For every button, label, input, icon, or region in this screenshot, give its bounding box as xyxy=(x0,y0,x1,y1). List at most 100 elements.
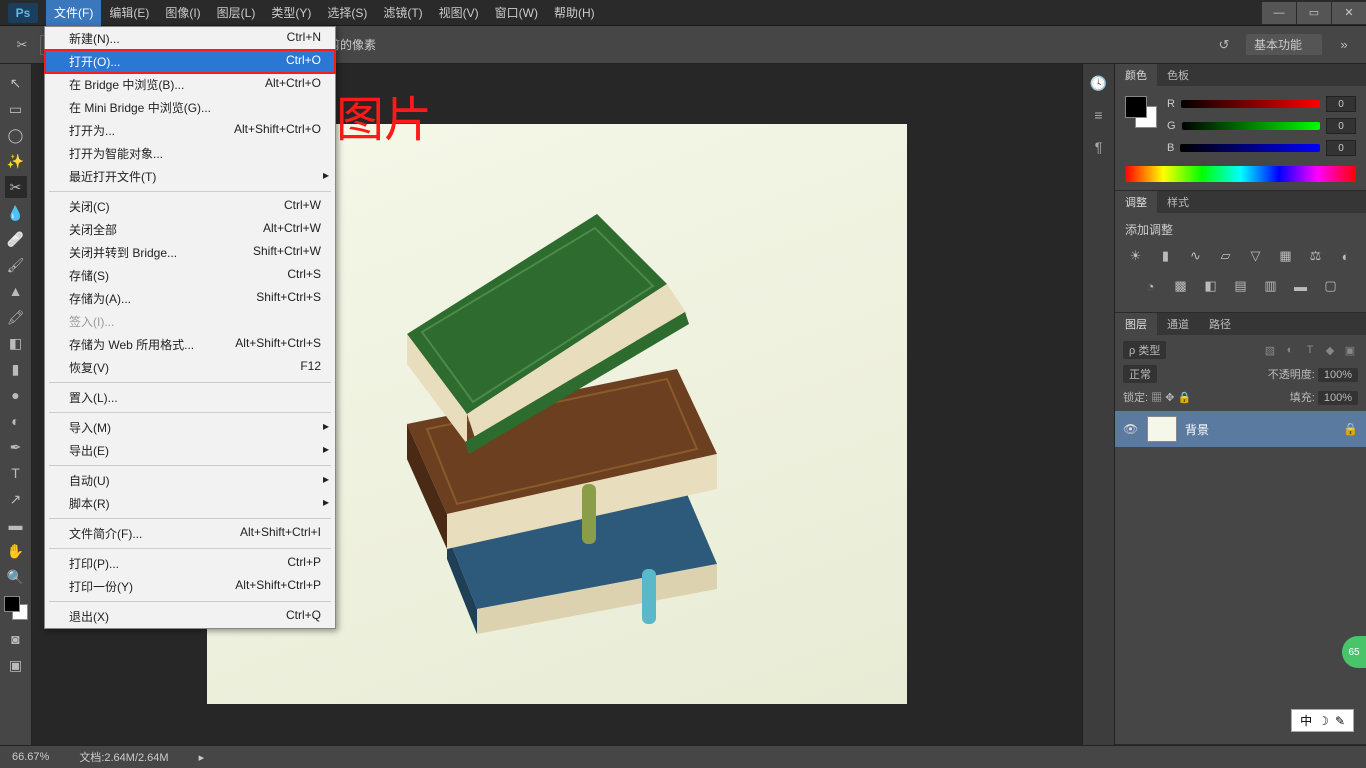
lock-pixel-icon[interactable]: ▦ xyxy=(1151,392,1162,404)
zoom-level[interactable]: 66.67% xyxy=(12,751,49,763)
file-menu-item[interactable]: 存储为(A)...Shift+Ctrl+S xyxy=(45,287,335,310)
lasso-tool-icon[interactable]: ◯ xyxy=(5,124,27,146)
fill-value[interactable]: 100% xyxy=(1318,391,1358,405)
photofilter-icon[interactable]: ◔ xyxy=(1141,276,1161,296)
r-slider[interactable] xyxy=(1181,100,1320,108)
workspace-preset-dropdown[interactable]: 基本功能 xyxy=(1246,34,1322,55)
posterize-icon[interactable]: ▤ xyxy=(1231,276,1251,296)
file-menu-item[interactable]: 导出(E)▸ xyxy=(45,439,335,462)
move-tool-icon[interactable]: ↖ xyxy=(5,72,27,94)
eyedropper-tool-icon[interactable]: 💧 xyxy=(5,202,27,224)
balance-icon[interactable]: ⚖ xyxy=(1306,246,1326,266)
r-value[interactable]: 0 xyxy=(1326,96,1356,112)
reset-icon[interactable]: ↺ xyxy=(1214,35,1234,55)
selective-icon[interactable]: ▢ xyxy=(1321,276,1341,296)
swatches-tab[interactable]: 色板 xyxy=(1157,64,1199,86)
visibility-icon[interactable]: 👁 xyxy=(1123,422,1139,436)
file-menu-item[interactable]: 打印一份(Y)Alt+Shift+Ctrl+P xyxy=(45,575,335,598)
doc-size[interactable]: 文档:2.64M/2.64M xyxy=(79,749,168,765)
panel-collapse-icon[interactable]: » xyxy=(1334,35,1354,55)
brightness-icon[interactable]: ☀ xyxy=(1126,246,1146,266)
menu-9[interactable]: 帮助(H) xyxy=(546,0,603,26)
vibrance-icon[interactable]: ▽ xyxy=(1246,246,1266,266)
menu-4[interactable]: 类型(Y) xyxy=(263,0,319,26)
type-tool-icon[interactable]: T xyxy=(5,462,27,484)
paths-tab[interactable]: 路径 xyxy=(1199,313,1241,335)
file-menu-item[interactable]: 关闭并转到 Bridge...Shift+Ctrl+W xyxy=(45,241,335,264)
opacity-value[interactable]: 100% xyxy=(1318,368,1358,382)
spectrum-bar[interactable] xyxy=(1125,166,1356,182)
menu-1[interactable]: 编辑(E) xyxy=(101,0,157,26)
adjustments-tab[interactable]: 调整 xyxy=(1115,191,1157,213)
status-arrow-icon[interactable]: ▸ xyxy=(199,751,205,764)
file-menu-item[interactable]: 打开为智能对象... xyxy=(45,142,335,165)
path-select-tool-icon[interactable]: ↗ xyxy=(5,488,27,510)
styles-tab[interactable]: 样式 xyxy=(1157,191,1199,213)
dodge-tool-icon[interactable]: ◐ xyxy=(5,410,27,432)
menu-7[interactable]: 视图(V) xyxy=(431,0,487,26)
history-brush-tool-icon[interactable]: 🖍 xyxy=(5,306,27,328)
file-menu-item[interactable]: 在 Bridge 中浏览(B)...Alt+Ctrl+O xyxy=(45,73,335,96)
file-menu-item[interactable]: 打印(P)...Ctrl+P xyxy=(45,552,335,575)
menu-3[interactable]: 图层(L) xyxy=(209,0,264,26)
file-menu-item[interactable]: 存储为 Web 所用格式...Alt+Shift+Ctrl+S xyxy=(45,333,335,356)
curves-icon[interactable]: ∿ xyxy=(1186,246,1206,266)
gradient-map-icon[interactable]: ▬ xyxy=(1291,276,1311,296)
menu-6[interactable]: 滤镜(T) xyxy=(375,0,430,26)
filter-type-icon[interactable]: T xyxy=(1302,342,1318,358)
hue-icon[interactable]: ▦ xyxy=(1276,246,1296,266)
file-menu-item[interactable]: 关闭(C)Ctrl+W xyxy=(45,195,335,218)
file-menu-item[interactable]: 退出(X)Ctrl+Q xyxy=(45,605,335,628)
file-menu-item[interactable]: 关闭全部Alt+Ctrl+W xyxy=(45,218,335,241)
filter-adjust-icon[interactable]: ◐ xyxy=(1282,342,1298,358)
ime-bar[interactable]: 中 ☽ ✎ xyxy=(1291,709,1354,732)
mixer-icon[interactable]: ▩ xyxy=(1171,276,1191,296)
hand-tool-icon[interactable]: ✋ xyxy=(5,540,27,562)
file-menu-item[interactable]: 脚本(R)▸ xyxy=(45,492,335,515)
file-menu-item[interactable]: 导入(M)▸ xyxy=(45,416,335,439)
maximize-button[interactable]: ▭ xyxy=(1297,2,1331,24)
g-value[interactable]: 0 xyxy=(1326,118,1356,134)
pen-tool-icon[interactable]: ✒ xyxy=(5,436,27,458)
file-menu-item[interactable]: 打开为...Alt+Shift+Ctrl+O xyxy=(45,119,335,142)
gradient-tool-icon[interactable]: ▮ xyxy=(5,358,27,380)
zoom-tool-icon[interactable]: 🔍 xyxy=(5,566,27,588)
blur-tool-icon[interactable]: ● xyxy=(5,384,27,406)
crop-tool-icon[interactable]: ✂ xyxy=(12,35,32,55)
invert-icon[interactable]: ◧ xyxy=(1201,276,1221,296)
screenmode-icon[interactable]: ▣ xyxy=(5,654,27,676)
threshold-icon[interactable]: ▥ xyxy=(1261,276,1281,296)
file-menu-item[interactable]: 最近打开文件(T)▸ xyxy=(45,165,335,188)
stamp-tool-icon[interactable]: ▲ xyxy=(5,280,27,302)
file-menu-item[interactable]: 自动(U)▸ xyxy=(45,469,335,492)
exposure-icon[interactable]: ▱ xyxy=(1216,246,1236,266)
file-menu-item[interactable]: 恢复(V)F12 xyxy=(45,356,335,379)
file-menu-item[interactable]: 文件简介(F)...Alt+Shift+Ctrl+I xyxy=(45,522,335,545)
menu-8[interactable]: 窗口(W) xyxy=(487,0,546,26)
crop-tool-icon[interactable]: ✂ xyxy=(5,176,27,198)
file-menu-item[interactable]: 存储(S)Ctrl+S xyxy=(45,264,335,287)
filter-pixel-icon[interactable]: ▧ xyxy=(1262,342,1278,358)
file-menu-item[interactable]: 在 Mini Bridge 中浏览(G)... xyxy=(45,96,335,119)
channels-tab[interactable]: 通道 xyxy=(1157,313,1199,335)
file-menu-item[interactable]: 置入(L)... xyxy=(45,386,335,409)
color-swatch[interactable] xyxy=(1125,96,1157,128)
color-picker-icon[interactable] xyxy=(4,596,28,620)
layers-tab[interactable]: 图层 xyxy=(1115,313,1157,335)
menu-5[interactable]: 选择(S) xyxy=(319,0,375,26)
minimize-button[interactable]: — xyxy=(1262,2,1296,24)
layer-filter-dropdown[interactable]: ρ 类型 xyxy=(1123,341,1166,359)
menu-2[interactable]: 图像(I) xyxy=(157,0,208,26)
bw-icon[interactable]: ◐ xyxy=(1336,246,1356,266)
g-slider[interactable] xyxy=(1182,122,1320,130)
close-button[interactable]: ✕ xyxy=(1332,2,1366,24)
menu-0[interactable]: 文件(F) xyxy=(46,0,101,26)
healing-tool-icon[interactable]: 🩹 xyxy=(5,228,27,250)
eraser-tool-icon[interactable]: ◧ xyxy=(5,332,27,354)
wand-tool-icon[interactable]: ✨ xyxy=(5,150,27,172)
color-tab[interactable]: 颜色 xyxy=(1115,64,1157,86)
marquee-tool-icon[interactable]: ▭ xyxy=(5,98,27,120)
levels-icon[interactable]: ▮ xyxy=(1156,246,1176,266)
b-slider[interactable] xyxy=(1180,144,1320,152)
file-menu-item[interactable]: 新建(N)...Ctrl+N xyxy=(45,27,335,50)
